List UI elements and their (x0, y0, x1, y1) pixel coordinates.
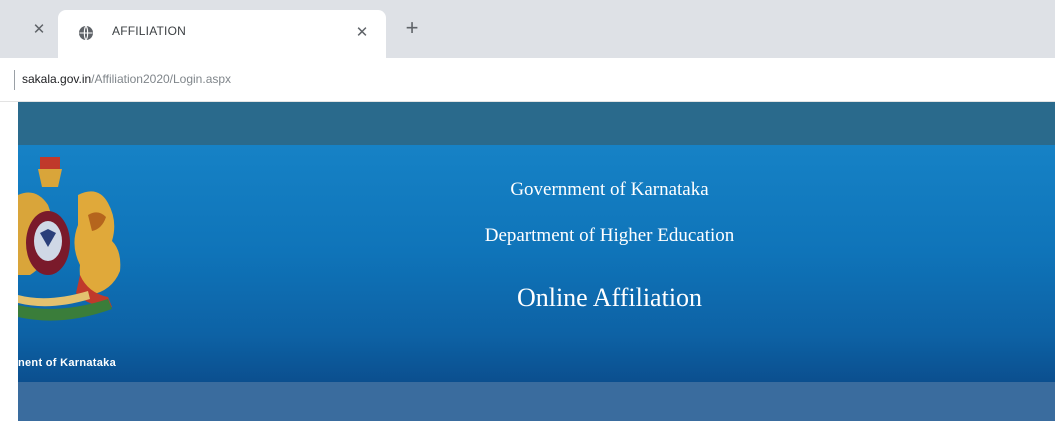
tab-title: AFFILIATION (112, 24, 186, 38)
plus-icon[interactable]: + (400, 17, 424, 41)
browser-tab-strip: ✕ AFFILIATION ✕ + (0, 0, 1055, 58)
page-title: Online Affiliation (516, 283, 703, 312)
header-bottom-band (18, 382, 1055, 421)
close-icon[interactable]: ✕ (29, 20, 49, 40)
url-domain: sakala.gov.in (22, 72, 92, 86)
header-banner: nent of Karnataka Government of Karnatak… (18, 145, 1055, 382)
divider (14, 70, 15, 90)
close-icon[interactable]: ✕ (351, 22, 373, 44)
department-title: Department of Higher Education (484, 225, 735, 246)
header-top-band (18, 102, 1055, 145)
globe-icon (79, 25, 93, 41)
browser-toolbar: sakala.gov.in/Affiliation2020/Login.aspx (0, 58, 1055, 102)
government-title: Government of Karnataka (510, 179, 709, 200)
address-bar[interactable]: sakala.gov.in/Affiliation2020/Login.aspx (22, 72, 231, 86)
url-path: /Affiliation2020/Login.aspx (91, 72, 232, 86)
emblem-caption: nent of Karnataka (18, 357, 117, 369)
browser-tab[interactable]: AFFILIATION ✕ (58, 10, 386, 58)
